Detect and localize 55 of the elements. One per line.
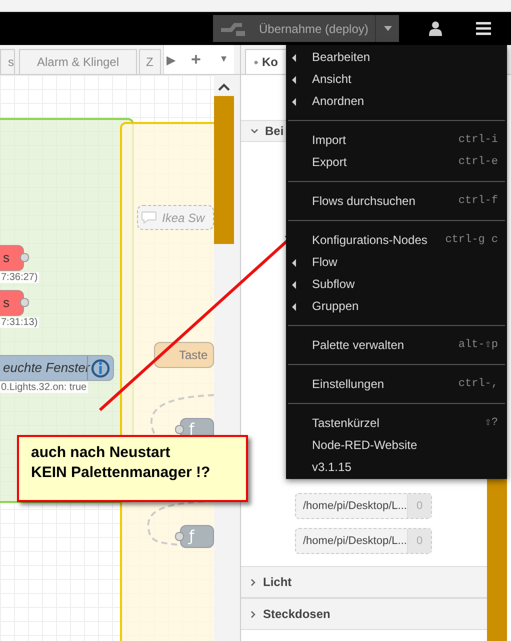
output-port xyxy=(20,298,29,307)
flow-node: s xyxy=(0,290,24,316)
menu-item[interactable]: Gruppen xyxy=(286,295,507,317)
annotation-callout: auch nach Neustart KEIN Palettenmanager !? xyxy=(17,435,248,502)
tab-menu-button[interactable]: ▾ xyxy=(218,51,230,68)
deploy-button[interactable]: Übernahme (deploy) xyxy=(213,15,399,42)
menu-item[interactable]: Flow xyxy=(286,251,507,273)
config-node: /home/pi/Desktop/L... 0 xyxy=(295,528,432,554)
chevron-down-icon xyxy=(251,128,258,134)
user-icon[interactable] xyxy=(428,21,442,36)
section-header[interactable]: Steckdosen xyxy=(241,598,487,630)
menu-item[interactable]: Node-RED-Website xyxy=(286,434,507,456)
menu-item[interactable]: Export ctrl-e xyxy=(286,151,507,173)
input-port xyxy=(175,532,184,541)
node-status: 7:31:13) xyxy=(0,317,39,328)
menu-item[interactable]: Einstellungen ctrl-, xyxy=(286,373,507,395)
menu-item[interactable]: Tastenkürzel ⇧? xyxy=(286,412,507,434)
menu-item[interactable]: Bearbeiten xyxy=(286,46,507,68)
menu-item[interactable]: Import ctrl-i xyxy=(286,129,507,151)
section-header[interactable]: Licht xyxy=(241,566,487,598)
menu-item[interactable]: Subflow xyxy=(286,273,507,295)
chevron-right-icon xyxy=(251,578,256,586)
submenu-caret-icon xyxy=(292,259,296,267)
function-node: ƒ xyxy=(180,525,214,548)
menu-item[interactable]: Flows durchsuchen ctrl-f xyxy=(286,190,507,212)
flow-node: euchte Fenster xyxy=(0,355,114,381)
menu-item[interactable]: Ansicht xyxy=(286,68,507,90)
add-tab-button[interactable]: + xyxy=(188,46,204,72)
comment-node: Ikea Sw xyxy=(137,205,214,230)
menu-item[interactable]: Palette verwalten alt-⇧p xyxy=(286,334,507,356)
flow-node: s xyxy=(0,245,24,271)
scroll-up-icon[interactable] xyxy=(218,83,230,91)
scroll-right-button[interactable]: ▶ xyxy=(164,50,178,68)
submenu-caret-icon xyxy=(292,54,296,62)
output-port xyxy=(20,253,29,262)
caret-icon xyxy=(384,26,392,31)
scrollbar-thumb[interactable] xyxy=(214,96,234,244)
chevron-right-icon xyxy=(251,610,256,618)
node-status: 0.Lights.32.on: true xyxy=(0,382,88,393)
submenu-caret-icon xyxy=(292,281,296,289)
speech-bubble-icon xyxy=(141,211,157,224)
deploy-icon xyxy=(221,22,247,36)
submenu-caret-icon xyxy=(292,303,296,311)
flow-node: Taste xyxy=(154,342,214,368)
menu-item[interactable]: v3.1.15 xyxy=(286,456,507,478)
info-icon xyxy=(91,358,110,378)
menu-item[interactable]: Konfigurations-Nodes ctrl-g c xyxy=(286,229,507,251)
node-status: 7:36:27) xyxy=(0,272,39,283)
menu-item[interactable]: Anordnen xyxy=(286,90,507,112)
submenu-caret-icon xyxy=(292,98,296,106)
sidebar-tab[interactable]: Ko xyxy=(245,49,287,74)
submenu-caret-icon xyxy=(292,76,296,84)
input-port xyxy=(175,425,184,434)
config-node: /home/pi/Desktop/L... 0 xyxy=(295,493,432,519)
menu-icon[interactable] xyxy=(476,22,490,35)
